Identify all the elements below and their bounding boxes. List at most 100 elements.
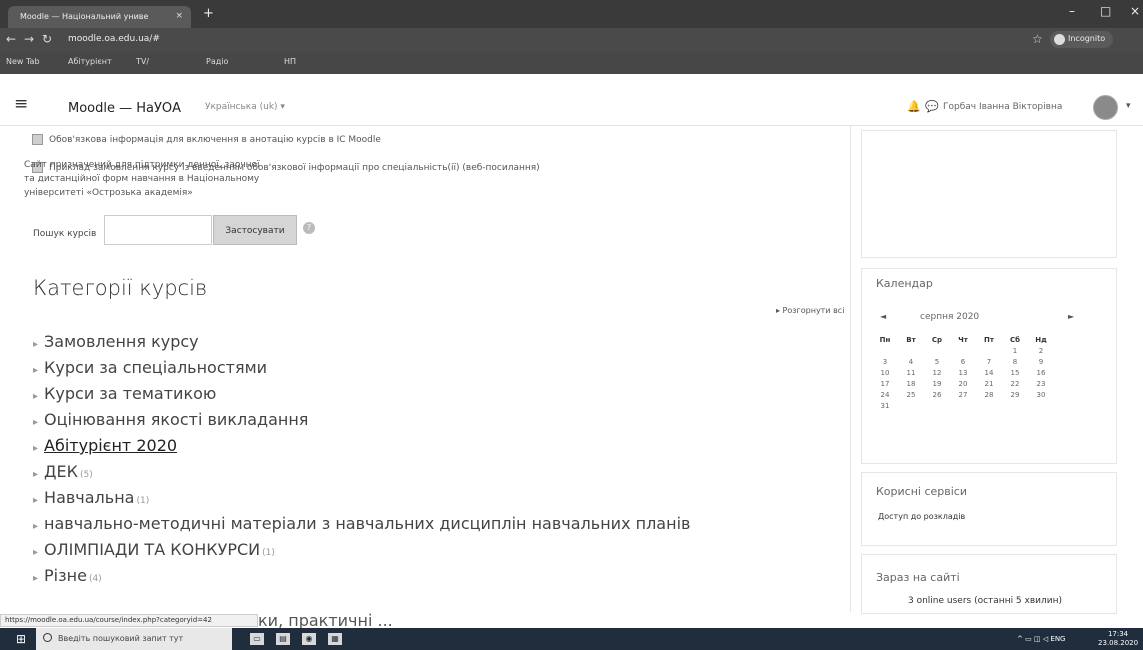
taskbar-clock[interactable]: 17:34 23.08.2020 (1098, 630, 1138, 648)
calendar-day[interactable]: 23 (1028, 380, 1054, 391)
bookmark-np[interactable]: НП (284, 57, 296, 66)
page-title: Категорії курсів (33, 276, 208, 300)
calendar-day[interactable]: 18 (898, 380, 924, 391)
help-icon[interactable]: ? (303, 222, 315, 234)
calendar-day[interactable]: 2 (1028, 347, 1054, 358)
expand-arrow-icon: ▸ (33, 521, 39, 532)
calendar-day[interactable]: 19 (924, 380, 950, 391)
calendar-day (924, 347, 950, 358)
calendar-day[interactable]: 13 (950, 369, 976, 380)
calendar-day[interactable]: 20 (950, 380, 976, 391)
bookmarks-bar: New Tab Абітурієнт TV/ Радіо НП (0, 52, 1143, 74)
schedule-access-link[interactable]: Доступ до розкладів (878, 512, 965, 521)
search-submit-button[interactable]: Застосувати (213, 215, 297, 245)
file-explorer-icon[interactable]: ▤ (276, 633, 290, 645)
online-title: Зараз на сайті (876, 571, 960, 584)
category-item-active[interactable]: ▸ Абітурієнт 2020 (33, 436, 179, 455)
calendar-month[interactable]: серпня 2020 (920, 312, 979, 322)
calendar-day[interactable]: 5 (924, 358, 950, 369)
category-item[interactable]: ▸ Замовлення курсу (33, 332, 201, 351)
calendar-next-button[interactable]: ► (1068, 312, 1074, 321)
calendar-day[interactable]: 11 (898, 369, 924, 380)
user-name[interactable]: Горбач Іванна Вікторівна (943, 102, 1062, 112)
calendar-day (898, 347, 924, 358)
calendar-day[interactable]: 21 (976, 380, 1002, 391)
browser-tab[interactable]: Moodle — Національний униве × (8, 6, 191, 28)
calendar-day[interactable]: 14 (976, 369, 1002, 380)
calendar-day[interactable]: 28 (976, 391, 1002, 402)
calendar-day[interactable]: 4 (898, 358, 924, 369)
reload-icon[interactable]: ↻ (42, 32, 52, 46)
category-item[interactable]: ▸ ОЛІМПІАДИ ТА КОНКУРСИ (1) (33, 540, 275, 559)
calendar-weekday: Пн (879, 336, 891, 344)
calendar-day (1002, 402, 1028, 413)
chevron-down-icon[interactable]: ▾ (1126, 101, 1131, 111)
calendar-day[interactable]: 15 (1002, 369, 1028, 380)
menu-icon[interactable]: ≡ (14, 94, 28, 114)
url-field[interactable]: moodle.oa.edu.ua/# (68, 34, 160, 44)
services-block: Корисні сервіси (861, 472, 1117, 546)
category-item[interactable]: ▸ Різне (4) (33, 566, 102, 585)
new-tab-button[interactable]: + (203, 6, 214, 21)
notifications-icon[interactable]: 🔔 (907, 100, 921, 113)
calendar-weekday: Сб (1009, 336, 1021, 344)
site-brand[interactable]: Moodle — НаУОА (68, 101, 181, 116)
calendar-day[interactable]: 25 (898, 391, 924, 402)
category-item[interactable]: ▸ Оцінювання якості викладання (33, 410, 310, 429)
expand-arrow-icon: ▸ (33, 339, 39, 350)
expand-all-link[interactable]: ▸ Розгорнути всі (776, 306, 844, 315)
calendar-day[interactable]: 31 (872, 402, 898, 413)
calendar-day[interactable]: 26 (924, 391, 950, 402)
messages-icon[interactable]: 💬 (925, 100, 939, 113)
avatar[interactable] (1093, 95, 1118, 120)
calendar-day[interactable]: 30 (1028, 391, 1054, 402)
about-block (861, 130, 1117, 258)
calendar-day[interactable]: 8 (1002, 358, 1028, 369)
bookmark-radio[interactable]: Радіо (206, 57, 228, 66)
calendar-day[interactable]: 16 (1028, 369, 1054, 380)
status-bar-url: https://moodle.oa.edu.ua/course/index.ph… (0, 614, 258, 627)
category-item[interactable]: ▸ ДЕК (5) (33, 462, 93, 481)
calendar-day[interactable]: 22 (1002, 380, 1028, 391)
calendar-week-row: 31 (872, 402, 1054, 413)
calendar-day[interactable]: 29 (1002, 391, 1028, 402)
bookmark-abiturient[interactable]: Абітурієнт (68, 57, 112, 66)
bookmark-new-tab[interactable]: New Tab (6, 57, 40, 66)
calendar-day[interactable]: 24 (872, 391, 898, 402)
tab-close-icon[interactable]: × (175, 11, 183, 21)
calendar-day[interactable]: 3 (872, 358, 898, 369)
chrome-icon[interactable]: ◉ (302, 633, 316, 645)
category-item[interactable]: ▸ Курси за тематикою (33, 384, 218, 403)
expand-arrow-icon: ▸ (33, 365, 39, 376)
file-link[interactable]: Обов'язкова інформація для включення в а… (32, 134, 381, 145)
calendar-day[interactable]: 9 (1028, 358, 1054, 369)
incognito-badge[interactable]: Incognito (1050, 31, 1114, 48)
calendar-day[interactable]: 17 (872, 380, 898, 391)
clock-time: 17:34 (1107, 630, 1129, 638)
maximize-button[interactable]: □ (1100, 4, 1111, 18)
category-item[interactable]: ▸ Курси за спеціальностями (33, 358, 269, 377)
calendar-day[interactable]: 6 (950, 358, 976, 369)
calendar-day[interactable]: 10 (872, 369, 898, 380)
task-view-icon[interactable]: ▭ (250, 633, 264, 645)
language-selector[interactable]: Українська (uk) ▾ (205, 102, 285, 112)
calendar-day[interactable]: 1 (1002, 347, 1028, 358)
bookmark-star-icon[interactable]: ☆ (1032, 32, 1043, 46)
calendar-day[interactable]: 7 (976, 358, 1002, 369)
course-search-input[interactable] (104, 215, 212, 245)
back-icon[interactable]: ← (6, 32, 16, 46)
calendar-prev-button[interactable]: ◄ (880, 312, 886, 321)
category-item[interactable]: ▸ навчально-методичні матеріали з навчаль… (33, 514, 692, 533)
system-tray[interactable]: ^ ▭ ◫ ◁ ENG (1017, 635, 1065, 643)
category-item[interactable]: ▸ Навчальна (1) (33, 488, 149, 507)
minimize-button[interactable]: – (1069, 4, 1075, 18)
windows-start-icon[interactable]: ⊞ (16, 632, 26, 646)
calendar-day (1028, 402, 1054, 413)
close-window-button[interactable]: × (1130, 4, 1140, 18)
bookmark-tv[interactable]: TV/ (136, 57, 149, 66)
app-icon[interactable]: ▦ (328, 633, 342, 645)
forward-icon[interactable]: → (24, 32, 34, 46)
calendar-day[interactable]: 12 (924, 369, 950, 380)
taskbar-search[interactable]: Введіть пошуковий запит тут (36, 628, 232, 650)
calendar-day[interactable]: 27 (950, 391, 976, 402)
